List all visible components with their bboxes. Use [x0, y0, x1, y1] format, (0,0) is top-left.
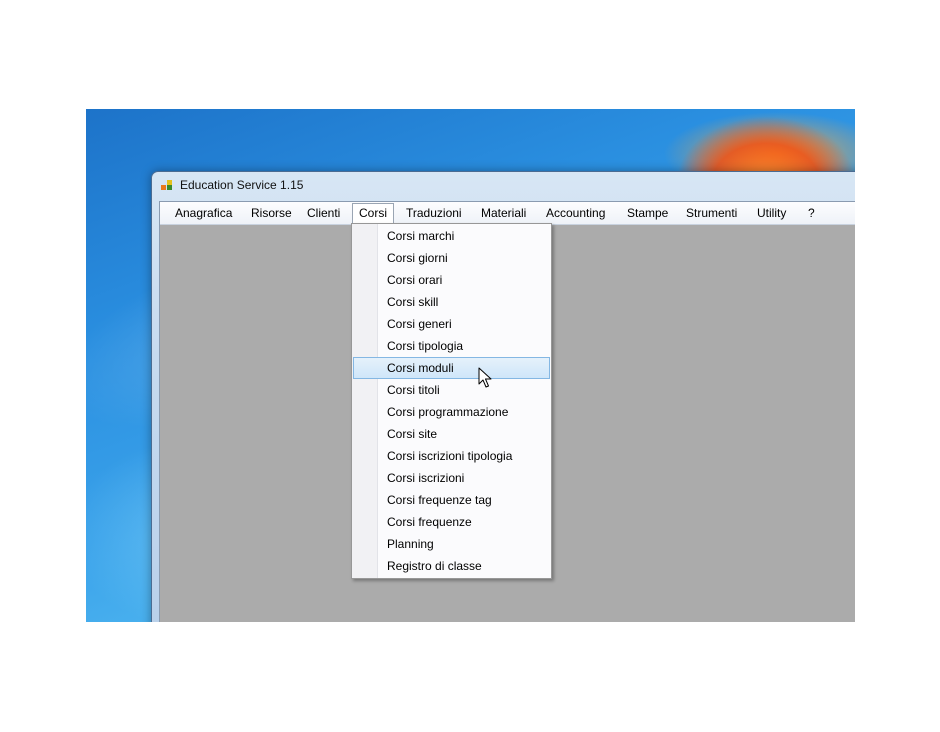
menu-strumenti[interactable]: Strumenti [680, 205, 743, 221]
menu-item-label: Registro di classe [387, 559, 482, 573]
app-icon[interactable] [161, 180, 173, 192]
menu-corsi[interactable]: Corsi [352, 203, 395, 223]
menu-item-label: Planning [387, 537, 434, 551]
menu-item-label: Corsi orari [387, 273, 443, 287]
menu-item-corsi-frequenze-tag[interactable]: Corsi frequenze tag [353, 489, 550, 511]
menu-item-registro-di-classe[interactable]: Registro di classe [353, 555, 550, 577]
menu-item-corsi-frequenze[interactable]: Corsi frequenze [353, 511, 550, 533]
menu-item-label: Corsi generi [387, 317, 452, 331]
menu-item-label: Corsi programmazione [387, 405, 509, 419]
menu-accounting[interactable]: Accounting [540, 205, 611, 221]
menu-bar: Anagrafica Risorse Clienti Corsi Traduzi… [160, 202, 855, 225]
menu-item-label: Corsi frequenze [387, 515, 472, 529]
menu-stampe[interactable]: Stampe [621, 205, 674, 221]
menu-item-label: Corsi moduli [387, 361, 454, 375]
menu-item-corsi-titoli[interactable]: Corsi titoli [353, 379, 550, 401]
menu-item-corsi-tipologia[interactable]: Corsi tipologia [353, 335, 550, 357]
window-title: Education Service 1.15 [180, 178, 304, 192]
menu-item-label: Corsi tipologia [387, 339, 464, 353]
menu-item-label: Corsi iscrizioni tipologia [387, 449, 513, 463]
menu-item-label: Corsi site [387, 427, 438, 441]
menu-item-corsi-programmazione[interactable]: Corsi programmazione [353, 401, 550, 423]
menu-item-label: Corsi frequenze tag [387, 493, 492, 507]
menu-anagrafica[interactable]: Anagrafica [169, 205, 238, 221]
menu-item-corsi-orari[interactable]: Corsi orari [353, 269, 550, 291]
menu-clienti[interactable]: Clienti [301, 205, 346, 221]
menu-materiali[interactable]: Materiali [475, 205, 532, 221]
menu-item-label: Corsi iscrizioni [387, 471, 465, 485]
menu-risorse[interactable]: Risorse [245, 205, 298, 221]
menu-help[interactable]: ? [802, 205, 821, 221]
menu-item-label: Corsi skill [387, 295, 439, 309]
menu-utility[interactable]: Utility [751, 205, 792, 221]
menu-item-label: Corsi marchi [387, 229, 455, 243]
menu-item-label: Corsi giorni [387, 251, 448, 265]
menu-item-corsi-iscrizioni[interactable]: Corsi iscrizioni [353, 467, 550, 489]
menu-item-corsi-marchi[interactable]: Corsi marchi [353, 225, 550, 247]
menu-item-corsi-site[interactable]: Corsi site [353, 423, 550, 445]
menu-item-corsi-iscrizioni-tipologia[interactable]: Corsi iscrizioni tipologia [353, 445, 550, 467]
menu-item-corsi-giorni[interactable]: Corsi giorni [353, 247, 550, 269]
menu-item-corsi-moduli[interactable]: Corsi moduli [353, 357, 550, 379]
menu-item-corsi-generi[interactable]: Corsi generi [353, 313, 550, 335]
menu-traduzioni[interactable]: Traduzioni [400, 205, 468, 221]
menu-item-planning[interactable]: Planning [353, 533, 550, 555]
mouse-pointer-icon [478, 367, 492, 388]
menu-item-label: Corsi titoli [387, 383, 440, 397]
corsi-dropdown-menu: Corsi marchi Corsi giorni Corsi orari Co… [351, 223, 552, 579]
title-bar[interactable]: Education Service 1.15 [152, 172, 855, 200]
menu-item-corsi-skill[interactable]: Corsi skill [353, 291, 550, 313]
